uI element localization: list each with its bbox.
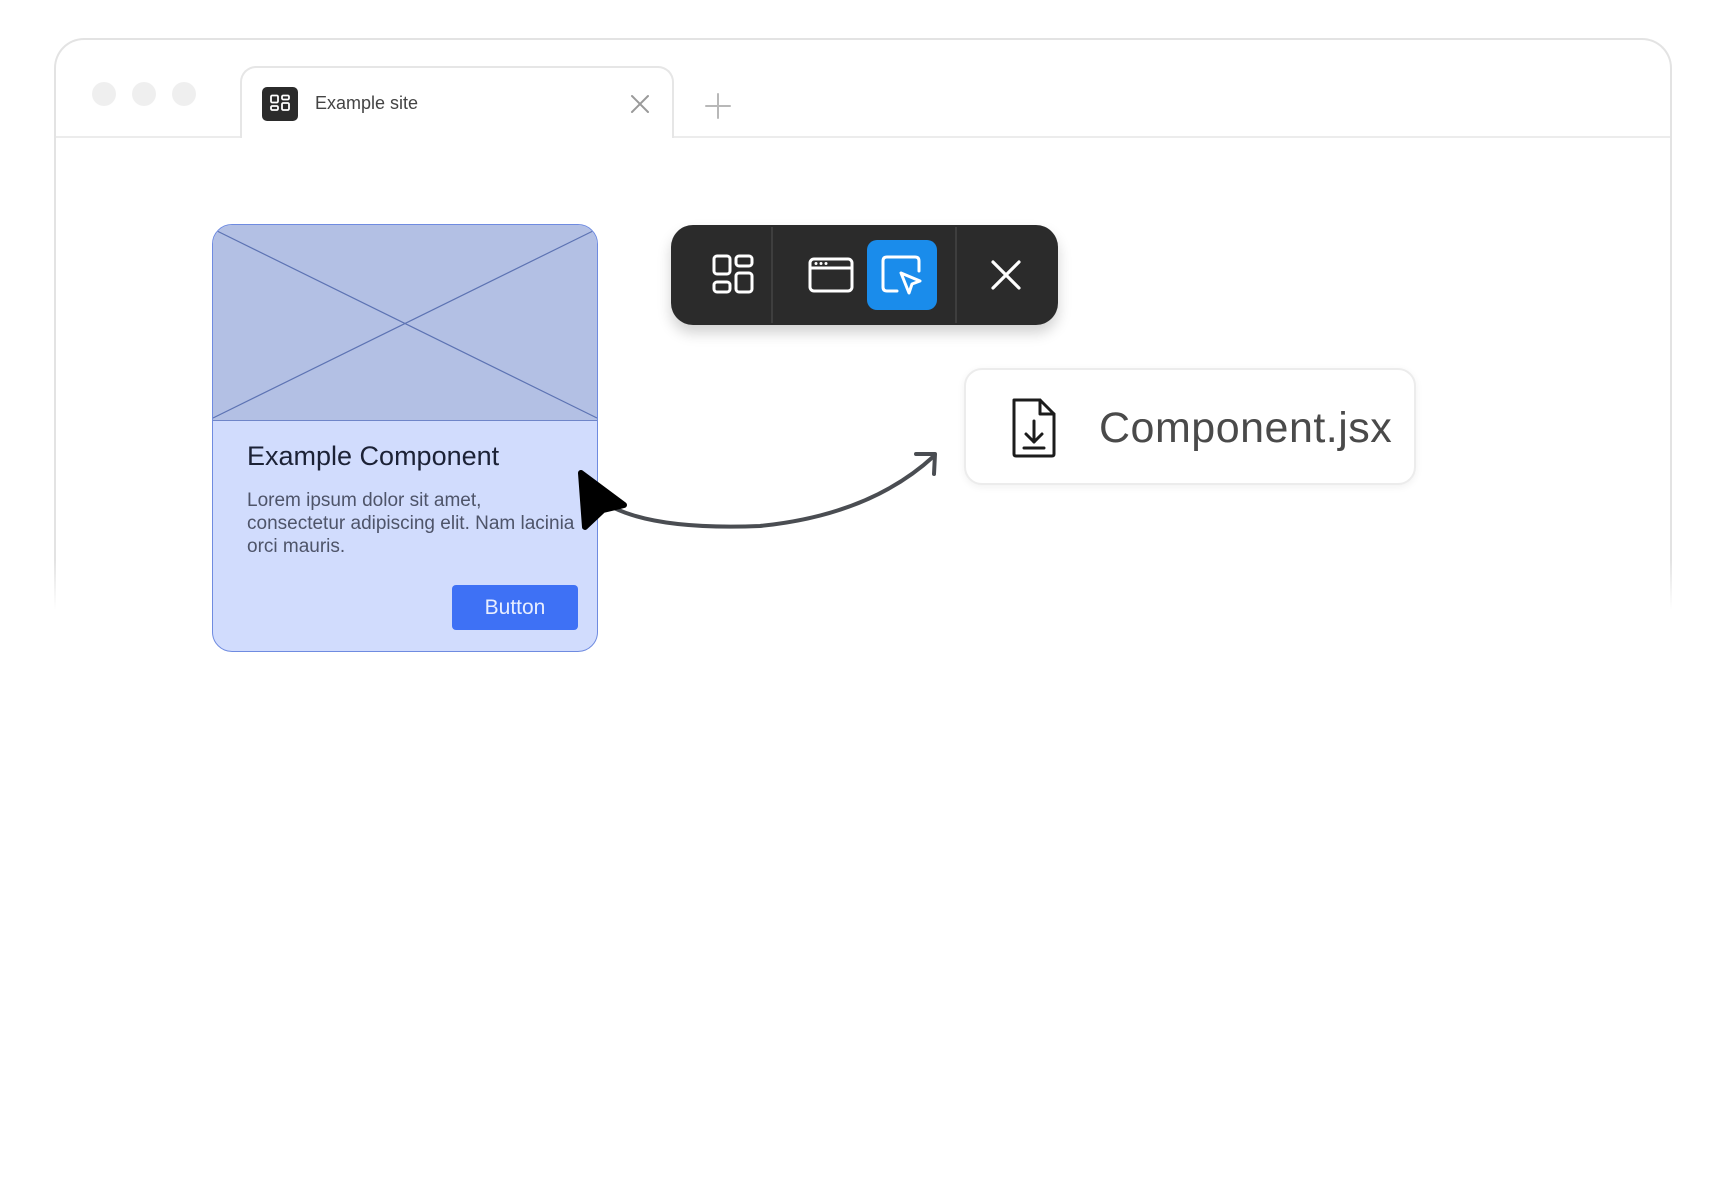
cursor-icon <box>578 470 627 530</box>
drag-overlay <box>578 452 937 530</box>
drag-arrow <box>612 454 936 529</box>
